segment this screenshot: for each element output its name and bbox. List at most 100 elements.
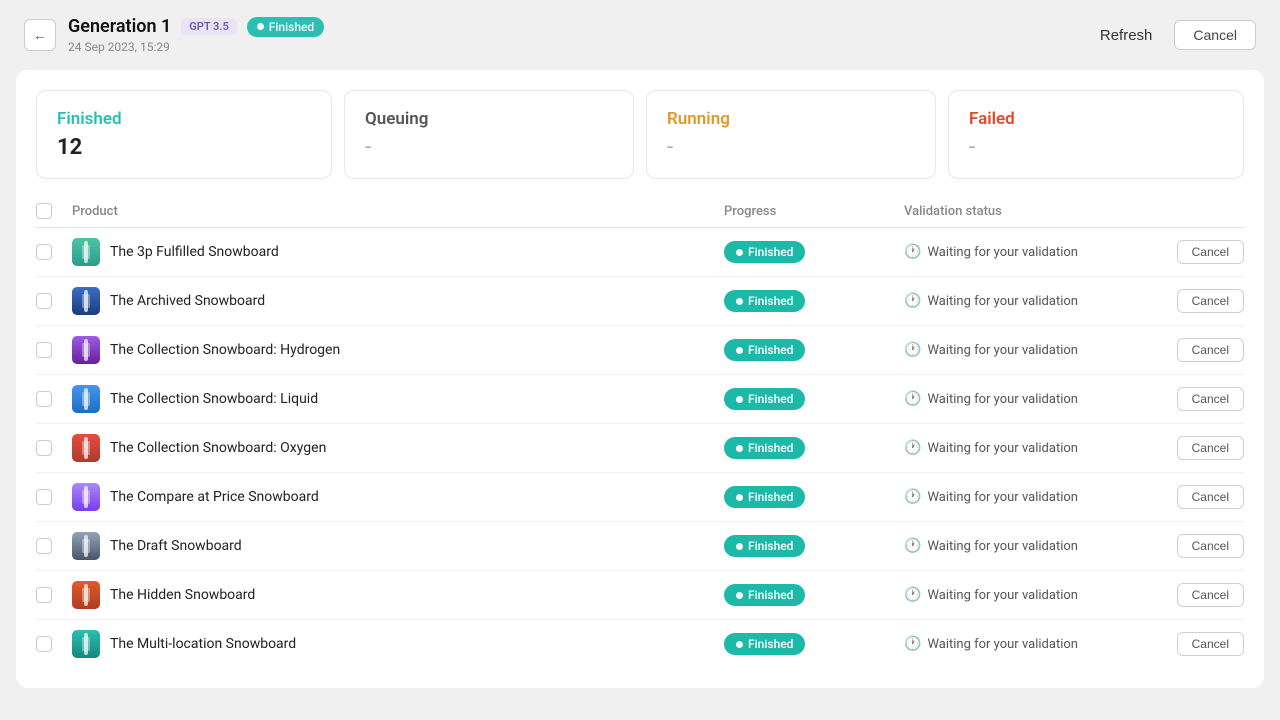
validation-text-4: Waiting for your validation: [927, 441, 1078, 456]
row-checkbox-1[interactable]: [36, 293, 52, 309]
row-checkbox-4[interactable]: [36, 440, 52, 456]
validation-cell-0: 🕐 Waiting for your validation: [904, 244, 1124, 260]
validation-text-0: Waiting for your validation: [927, 245, 1078, 260]
cancel-row-button-4[interactable]: Cancel: [1177, 436, 1244, 460]
stat-queuing-label: Queuing: [365, 109, 613, 129]
cancel-row-button-6[interactable]: Cancel: [1177, 534, 1244, 558]
stat-running-value: -: [667, 135, 915, 160]
cancel-row-button-8[interactable]: Cancel: [1177, 632, 1244, 656]
row-checkbox-cell: [36, 293, 72, 309]
row-checkbox-2[interactable]: [36, 342, 52, 358]
clock-icon-6: 🕐: [904, 538, 921, 554]
product-name-6: The Draft Snowboard: [110, 538, 242, 554]
badge-dot-2: [736, 347, 743, 354]
product-image-0: [72, 238, 100, 266]
progress-badge-4: Finished: [724, 437, 805, 459]
product-name-5: The Compare at Price Snowboard: [110, 489, 319, 505]
progress-badge-1: Finished: [724, 290, 805, 312]
validation-cell-4: 🕐 Waiting for your validation: [904, 440, 1124, 456]
table-row: The Collection Snowboard: Oxygen Finishe…: [36, 424, 1244, 473]
product-cell-6: The Draft Snowboard: [72, 532, 724, 560]
progress-cell-3: Finished: [724, 388, 904, 411]
clock-icon-5: 🕐: [904, 489, 921, 505]
product-image-3: [72, 385, 100, 413]
product-cell-4: The Collection Snowboard: Oxygen: [72, 434, 724, 462]
product-name-2: The Collection Snowboard: Hydrogen: [110, 342, 340, 358]
validation-text-6: Waiting for your validation: [927, 539, 1078, 554]
validation-cell-7: 🕐 Waiting for your validation: [904, 587, 1124, 603]
row-checkbox-5[interactable]: [36, 489, 52, 505]
header-right: Refresh Cancel: [1088, 20, 1256, 50]
table-row: The Collection Snowboard: Liquid Finishe…: [36, 375, 1244, 424]
validation-text-7: Waiting for your validation: [927, 588, 1078, 603]
generation-title: Generation 1: [68, 16, 171, 37]
refresh-button[interactable]: Refresh: [1088, 21, 1165, 50]
cancel-row-button-7[interactable]: Cancel: [1177, 583, 1244, 607]
table-header: Product Progress Validation status: [36, 195, 1244, 228]
badge-dot-3: [736, 396, 743, 403]
progress-badge-6: Finished: [724, 535, 805, 557]
header: ← Generation 1 GPT 3.5 Finished 24 Sep 2…: [0, 0, 1280, 70]
cancel-cell-8: Cancel: [1124, 632, 1244, 656]
row-checkbox-cell: [36, 244, 72, 260]
back-button[interactable]: ←: [24, 19, 56, 51]
validation-cell-5: 🕐 Waiting for your validation: [904, 489, 1124, 505]
progress-badge-2: Finished: [724, 339, 805, 361]
select-all-checkbox[interactable]: [36, 203, 52, 219]
row-checkbox-cell: [36, 538, 72, 554]
cancel-row-button-5[interactable]: Cancel: [1177, 485, 1244, 509]
cancel-row-button-2[interactable]: Cancel: [1177, 338, 1244, 362]
clock-icon-1: 🕐: [904, 293, 921, 309]
cancel-row-button-1[interactable]: Cancel: [1177, 289, 1244, 313]
clock-icon-3: 🕐: [904, 391, 921, 407]
row-checkbox-3[interactable]: [36, 391, 52, 407]
product-name-8: The Multi-location Snowboard: [110, 636, 296, 652]
progress-cell-4: Finished: [724, 437, 904, 460]
cancel-row-button-3[interactable]: Cancel: [1177, 387, 1244, 411]
product-name-7: The Hidden Snowboard: [110, 587, 255, 603]
table-row: The Collection Snowboard: Hydrogen Finis…: [36, 326, 1244, 375]
col-validation-header: Validation status: [904, 204, 1124, 219]
cancel-cell-7: Cancel: [1124, 583, 1244, 607]
progress-badge-5: Finished: [724, 486, 805, 508]
badge-dot-8: [736, 641, 743, 648]
row-checkbox-cell: [36, 440, 72, 456]
validation-text-3: Waiting for your validation: [927, 392, 1078, 407]
stat-card-failed: Failed -: [948, 90, 1244, 179]
progress-cell-2: Finished: [724, 339, 904, 362]
row-checkbox-0[interactable]: [36, 244, 52, 260]
table-row: The Hidden Snowboard Finished 🕐 Waiting …: [36, 571, 1244, 620]
product-image-4: [72, 434, 100, 462]
badge-dot-0: [736, 249, 743, 256]
badge-dot-7: [736, 592, 743, 599]
product-image-1: [72, 287, 100, 315]
cancel-cell-4: Cancel: [1124, 436, 1244, 460]
validation-text-8: Waiting for your validation: [927, 637, 1078, 652]
cancel-row-button-0[interactable]: Cancel: [1177, 240, 1244, 264]
stat-running-label: Running: [667, 109, 915, 129]
table-row: The Compare at Price Snowboard Finished …: [36, 473, 1244, 522]
table-row: The Draft Snowboard Finished 🕐 Waiting f…: [36, 522, 1244, 571]
clock-icon-0: 🕐: [904, 244, 921, 260]
cancel-header-button[interactable]: Cancel: [1174, 20, 1256, 50]
row-checkbox-6[interactable]: [36, 538, 52, 554]
product-cell-0: The 3p Fulfilled Snowboard: [72, 238, 724, 266]
badge-dot-5: [736, 494, 743, 501]
row-checkbox-cell: [36, 636, 72, 652]
product-name-0: The 3p Fulfilled Snowboard: [110, 244, 279, 260]
cancel-cell-3: Cancel: [1124, 387, 1244, 411]
header-status-label: Finished: [269, 20, 314, 34]
product-name-1: The Archived Snowboard: [110, 293, 265, 309]
product-name-4: The Collection Snowboard: Oxygen: [110, 440, 326, 456]
progress-badge-0: Finished: [724, 241, 805, 263]
product-image-6: [72, 532, 100, 560]
header-status-badge: Finished: [247, 17, 324, 37]
header-checkbox-cell: [36, 203, 72, 219]
product-image-7: [72, 581, 100, 609]
cancel-cell-0: Cancel: [1124, 240, 1244, 264]
row-checkbox-7[interactable]: [36, 587, 52, 603]
row-checkbox-8[interactable]: [36, 636, 52, 652]
stat-finished-label: Finished: [57, 109, 311, 129]
validation-cell-1: 🕐 Waiting for your validation: [904, 293, 1124, 309]
product-name-3: The Collection Snowboard: Liquid: [110, 391, 318, 407]
